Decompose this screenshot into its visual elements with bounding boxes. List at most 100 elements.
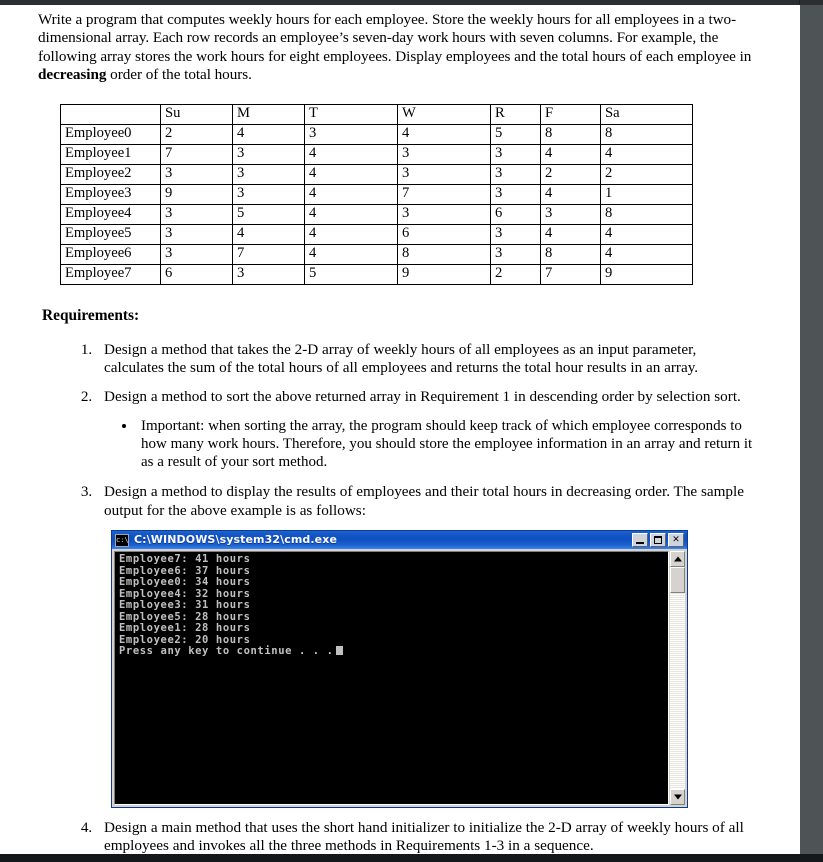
cmd-window[interactable]: c:\ C:\WINDOWS\system32\cmd.exe ✕ Employ… — [111, 530, 688, 808]
scrollbar-track[interactable] — [670, 567, 685, 789]
cell-value: 4 — [540, 183, 601, 205]
requirement-sub-list: Important: when sorting the array, the p… — [104, 417, 758, 472]
requirement-item-1: Design a method that takes the 2-D array… — [96, 341, 758, 378]
cell-value: 4 — [304, 183, 398, 205]
row-label: Employee5 — [60, 223, 161, 245]
close-button[interactable]: ✕ — [668, 533, 684, 547]
cell-value: 2 — [600, 163, 693, 185]
console-prompt-text: Press any key to continue . . . — [119, 645, 334, 657]
cell-value: 3 — [232, 183, 305, 205]
console-output-line: Employee0: 34 hours — [119, 576, 251, 588]
cell-value: 5 — [490, 123, 541, 145]
cell-value: 5 — [304, 263, 398, 285]
column-header-r: R — [490, 103, 541, 125]
column-header-sa: Sa — [600, 103, 693, 125]
cell-value: 7 — [232, 243, 305, 265]
row-label: Employee2 — [60, 163, 161, 185]
requirements-heading: Requirements: — [42, 306, 140, 324]
cell-value: 9 — [397, 263, 491, 285]
cell-value: 3 — [304, 123, 398, 145]
scroll-down-button[interactable] — [670, 789, 685, 805]
requirement-text: Design a method to display the results o… — [104, 483, 744, 519]
cell-value: 4 — [304, 203, 398, 225]
requirements-list: Design a method that takes the 2-D array… — [38, 341, 758, 854]
window-controls: ✕ — [632, 533, 684, 547]
cell-value: 4 — [304, 243, 398, 265]
minimize-button[interactable] — [632, 533, 648, 547]
sample-output-figure: c:\ C:\WINDOWS\system32\cmd.exe ✕ Employ… — [111, 530, 758, 808]
table-corner-cell — [60, 103, 161, 125]
table-row: Employee6 3 7 4 8 3 8 4 — [60, 243, 693, 265]
cell-value: 9 — [600, 263, 693, 285]
close-icon: ✕ — [672, 535, 680, 545]
maximize-icon — [654, 536, 662, 544]
table-row: Employee1 7 3 4 3 3 4 4 — [60, 143, 693, 165]
cell-value: 4 — [540, 143, 601, 165]
cell-value: 3 — [160, 203, 233, 225]
cell-value: 4 — [600, 243, 693, 265]
table-row: Employee3 9 3 4 7 3 4 1 — [60, 183, 693, 205]
cell-value: 3 — [490, 143, 541, 165]
cell-value: 9 — [160, 183, 233, 205]
weekly-hours-table-body: Su M T W R F Sa Employee0 2 4 3 4 5 8 8 — [60, 103, 693, 285]
cell-value: 4 — [304, 163, 398, 185]
minimize-icon — [636, 542, 644, 544]
document-content: Write a program that computes weekly hou… — [0, 5, 800, 854]
cell-value: 8 — [397, 243, 491, 265]
console-output-line: Employee1: 28 hours — [119, 622, 251, 634]
requirement-text: Design a method to sort the above return… — [104, 388, 741, 406]
cell-value: 4 — [397, 123, 491, 145]
column-header-su: Su — [160, 103, 233, 125]
table-row: Employee7 6 3 5 9 2 7 9 — [60, 263, 693, 285]
cell-value: 3 — [397, 203, 491, 225]
table-row: Employee4 3 5 4 3 6 3 8 — [60, 203, 693, 225]
cell-value: 3 — [397, 143, 491, 165]
table-row: Employee0 2 4 3 4 5 8 8 — [60, 123, 693, 145]
cell-value: 2 — [160, 123, 233, 145]
cell-value: 4 — [304, 143, 398, 165]
cmd-window-titlebar[interactable]: c:\ C:\WINDOWS\system32\cmd.exe ✕ — [112, 531, 687, 549]
console-vertical-scrollbar[interactable] — [669, 551, 685, 805]
cell-value: 6 — [397, 223, 491, 245]
cell-value: 1 — [600, 183, 693, 205]
cell-value: 6 — [160, 263, 233, 285]
cell-value: 3 — [160, 243, 233, 265]
cell-value: 3 — [232, 263, 305, 285]
cell-value: 7 — [160, 143, 233, 165]
cell-value: 2 — [490, 263, 541, 285]
console-output-line: Employee3: 31 hours — [119, 599, 251, 611]
scroll-up-button[interactable] — [670, 551, 685, 567]
console-cursor — [335, 646, 343, 655]
maximize-button[interactable] — [650, 533, 666, 547]
requirement-item-4: Design a main method that uses the short… — [96, 819, 758, 854]
cell-value: 8 — [600, 203, 693, 225]
column-header-f: F — [540, 103, 601, 125]
cell-value: 8 — [600, 123, 693, 145]
cell-value: 6 — [490, 203, 541, 225]
row-label: Employee6 — [60, 243, 161, 265]
weekly-hours-table: Su M T W R F Sa Employee0 2 4 3 4 5 8 8 — [60, 103, 693, 285]
cell-value: 3 — [490, 243, 541, 265]
cmd-icon: c:\ — [115, 533, 129, 547]
cell-value: 4 — [600, 223, 693, 245]
cell-value: 3 — [160, 163, 233, 185]
console-output-line: Employee7: 41 hours — [119, 553, 251, 565]
cell-value: 4 — [600, 143, 693, 165]
intro-paragraph: Write a program that computes weekly hou… — [38, 11, 758, 85]
scrollbar-thumb[interactable] — [670, 567, 685, 593]
cmd-window-title: C:\WINDOWS\system32\cmd.exe — [134, 532, 337, 546]
row-label: Employee1 — [60, 143, 161, 165]
console-screen[interactable]: Employee7: 41 hours Employee6: 37 hours … — [115, 552, 668, 804]
cell-value: 5 — [232, 203, 305, 225]
cell-value: 8 — [540, 243, 601, 265]
requirement-text: Design a method that takes the 2-D array… — [104, 340, 699, 376]
console-prompt-line: Press any key to continue . . . — [119, 645, 668, 658]
column-header-t: T — [304, 103, 398, 125]
cell-value: 4 — [540, 223, 601, 245]
row-label: Employee3 — [60, 183, 161, 205]
page-frame-corner — [800, 0, 823, 5]
page-frame-right — [799, 0, 823, 862]
document-page: Write a program that computes weekly hou… — [0, 5, 800, 854]
row-label: Employee7 — [60, 263, 161, 285]
requirement-text: Design a main method that uses the short… — [104, 819, 744, 854]
